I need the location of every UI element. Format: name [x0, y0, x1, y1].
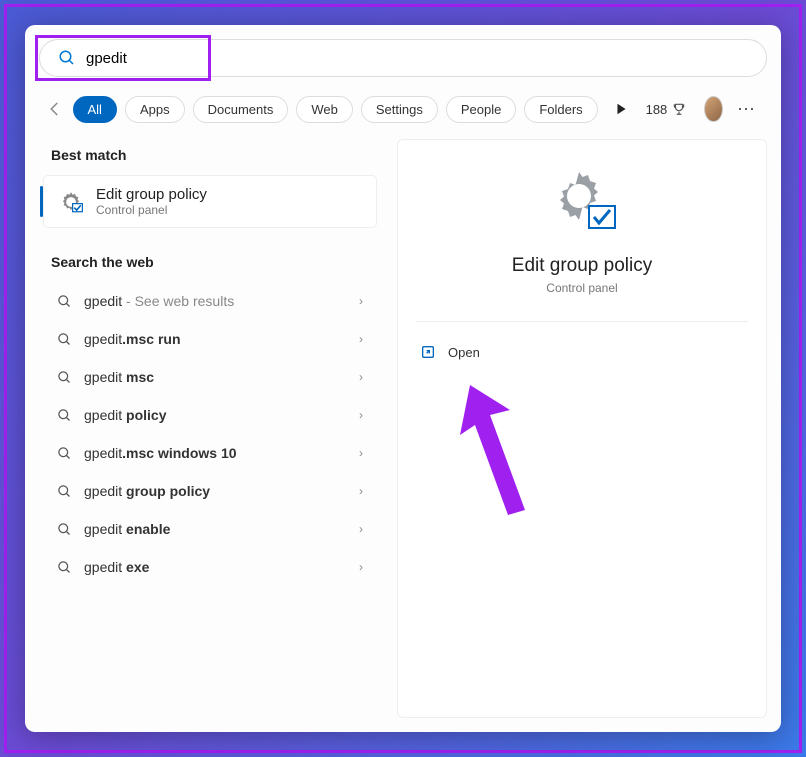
search-icon: [57, 408, 72, 423]
search-icon: [57, 484, 72, 499]
web-result-text: gpedit exe: [84, 559, 347, 575]
trophy-icon: [672, 102, 686, 116]
filter-tabs: All Apps Documents Web Settings People F…: [39, 91, 767, 139]
tab-documents[interactable]: Documents: [193, 96, 289, 123]
search-icon: [58, 49, 76, 67]
search-icon: [57, 370, 72, 385]
play-icon[interactable]: [614, 102, 628, 116]
search-icon: [57, 446, 72, 461]
chevron-right-icon: ›: [359, 332, 363, 346]
web-result-text: gpedit.msc windows 10: [84, 445, 347, 461]
tab-all[interactable]: All: [73, 96, 117, 123]
chevron-right-icon: ›: [359, 446, 363, 460]
best-match-subtitle: Control panel: [96, 203, 207, 217]
web-result-item[interactable]: gpedit.msc run ›: [43, 320, 377, 358]
search-icon: [57, 294, 72, 309]
gear-check-icon: [58, 189, 84, 215]
results-panel: Best match Edit group policy Control pan…: [39, 139, 381, 718]
open-icon: [420, 344, 436, 360]
tab-apps[interactable]: Apps: [125, 96, 185, 123]
divider: [416, 321, 748, 322]
web-result-text: gpedit enable: [84, 521, 347, 537]
web-result-item[interactable]: gpedit - See web results ›: [43, 282, 377, 320]
back-button[interactable]: [45, 95, 65, 123]
chevron-right-icon: ›: [359, 370, 363, 384]
chevron-right-icon: ›: [359, 408, 363, 422]
web-result-item[interactable]: gpedit.msc windows 10 ›: [43, 434, 377, 472]
web-result-text: gpedit group policy: [84, 483, 347, 499]
search-web-header: Search the web: [39, 246, 381, 282]
best-match-header: Best match: [39, 139, 381, 175]
detail-panel: Edit group policy Control panel Open: [397, 139, 767, 718]
search-window: All Apps Documents Web Settings People F…: [25, 25, 781, 732]
rewards-points[interactable]: 188: [646, 102, 687, 117]
web-result-item[interactable]: gpedit msc ›: [43, 358, 377, 396]
avatar[interactable]: [704, 96, 723, 122]
search-input[interactable]: [86, 50, 748, 67]
tab-folders[interactable]: Folders: [524, 96, 597, 123]
search-icon: [57, 560, 72, 575]
tab-web[interactable]: Web: [296, 96, 353, 123]
search-icon: [57, 332, 72, 347]
chevron-right-icon: ›: [359, 522, 363, 536]
best-match-item[interactable]: Edit group policy Control panel: [43, 175, 377, 228]
detail-title: Edit group policy: [512, 255, 652, 277]
web-result-item[interactable]: gpedit group policy ›: [43, 472, 377, 510]
web-result-text: gpedit msc: [84, 369, 347, 385]
chevron-right-icon: ›: [359, 294, 363, 308]
web-result-item[interactable]: gpedit exe ›: [43, 548, 377, 586]
gear-check-icon-large: [547, 170, 617, 239]
search-icon: [57, 522, 72, 537]
tab-people[interactable]: People: [446, 96, 516, 123]
web-result-text: gpedit - See web results: [84, 293, 347, 309]
open-label: Open: [448, 345, 480, 360]
search-bar[interactable]: [39, 39, 767, 77]
chevron-right-icon: ›: [359, 484, 363, 498]
more-options-button[interactable]: ⋯: [731, 99, 761, 120]
chevron-right-icon: ›: [359, 560, 363, 574]
open-action[interactable]: Open: [416, 336, 748, 368]
web-result-item[interactable]: gpedit policy ›: [43, 396, 377, 434]
best-match-title: Edit group policy: [96, 186, 207, 203]
web-result-text: gpedit policy: [84, 407, 347, 423]
tab-settings[interactable]: Settings: [361, 96, 438, 123]
detail-subtitle: Control panel: [546, 281, 617, 295]
web-result-item[interactable]: gpedit enable ›: [43, 510, 377, 548]
web-result-text: gpedit.msc run: [84, 331, 347, 347]
